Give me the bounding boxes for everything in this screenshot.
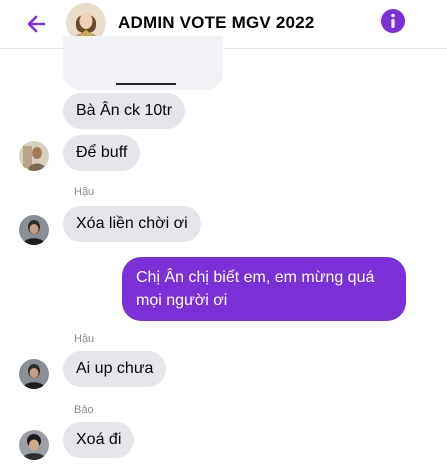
message-bubble[interactable]: Bà Ân ck 10tr — [63, 93, 186, 129]
message-bubble[interactable]: Ai up chưa — [63, 351, 167, 387]
sender-avatar[interactable] — [19, 215, 49, 245]
shared-content-card[interactable] — [63, 36, 223, 90]
outgoing-message-bubble[interactable]: Chị Ân chị biết em, em mừng quá mọi ngườ… — [122, 257, 406, 321]
message-bubble[interactable]: Xóa liền chời ơi — [63, 206, 201, 242]
sender-name: Bảo — [74, 404, 94, 416]
back-arrow-icon[interactable] — [22, 9, 52, 39]
chat-screen: ADMIN VOTE MGV 2022 Bà Ân ck 10tr Để buf… — [0, 0, 447, 464]
sender-name: Hậu — [74, 333, 95, 345]
card-divider — [116, 83, 176, 85]
sender-avatar[interactable] — [19, 430, 49, 460]
message-bubble[interactable]: Để buff — [63, 135, 141, 171]
chat-title: ADMIN VOTE MGV 2022 — [118, 13, 315, 32]
sender-name: Hậu — [74, 186, 95, 198]
sender-avatar[interactable] — [19, 141, 49, 171]
message-bubble[interactable]: Xoá đi — [63, 422, 135, 458]
sender-avatar[interactable] — [19, 359, 49, 389]
info-icon[interactable] — [380, 8, 406, 34]
